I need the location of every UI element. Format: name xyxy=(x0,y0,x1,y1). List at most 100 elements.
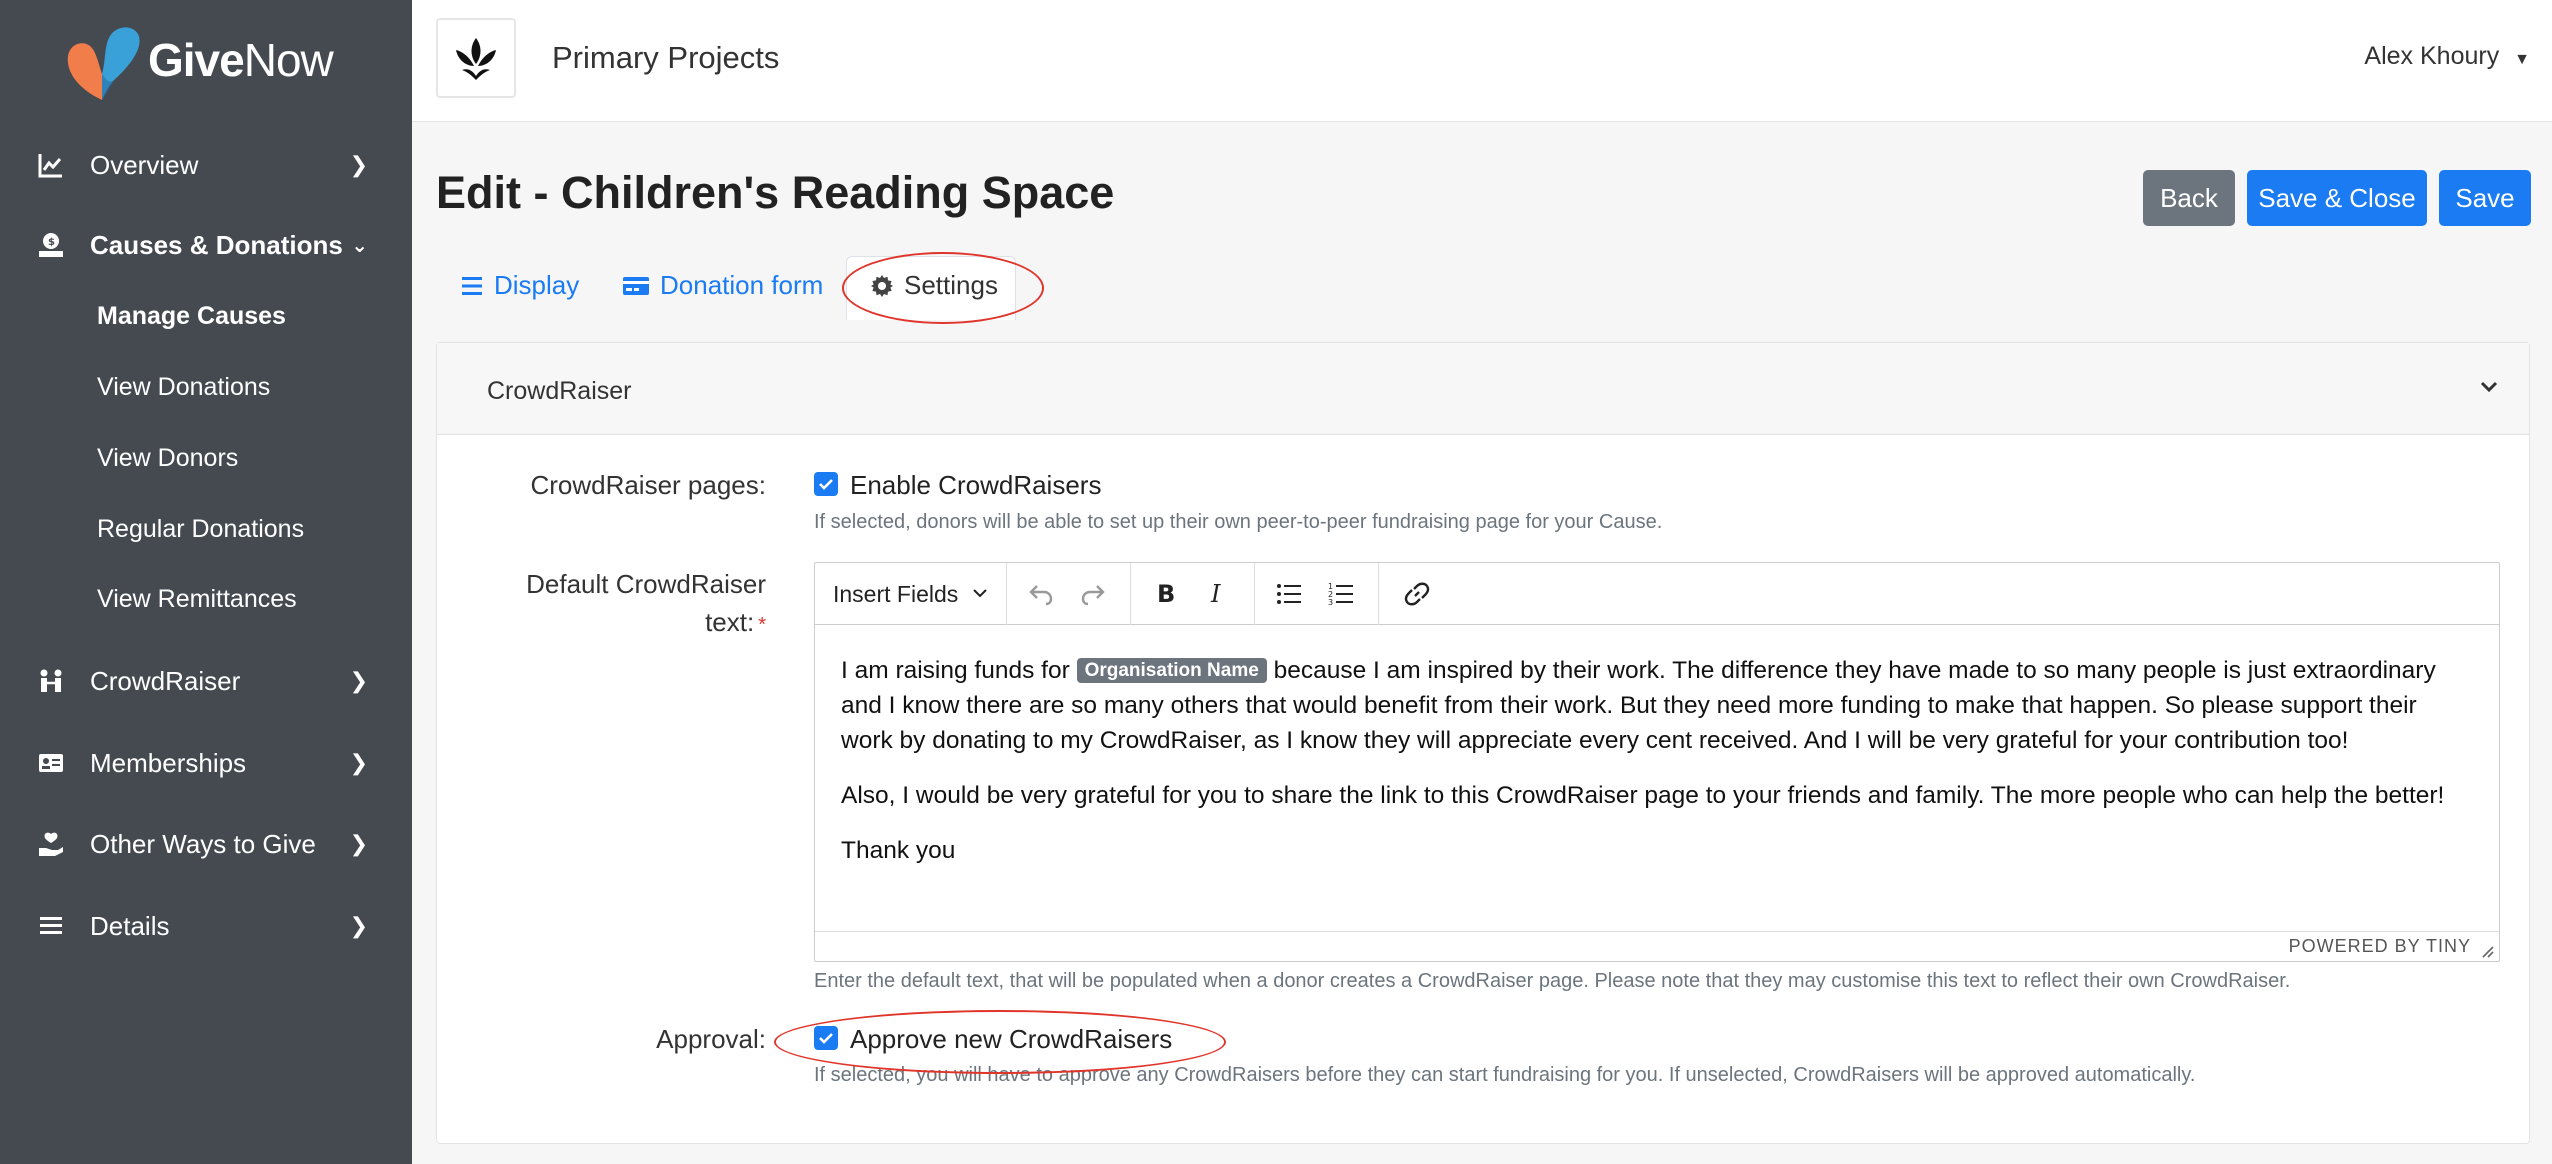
tab-label: Donation form xyxy=(660,270,824,300)
italic-icon: I xyxy=(1210,580,1221,608)
enable-crowdraisers-label[interactable]: Enable CrowdRaisers xyxy=(850,470,1101,501)
chevron-right-icon: ❯ xyxy=(349,750,368,775)
editor-paragraph: Thank you xyxy=(841,837,956,864)
svg-text:$: $ xyxy=(48,237,55,248)
approval-help: If selected, you will have to approve an… xyxy=(814,1064,2196,1086)
sidebar-item-label: Overview xyxy=(90,149,199,180)
list-group: 123 xyxy=(1255,563,1379,625)
sidebar-item-causes-donations[interactable]: $ Causes & Donations ⌄ xyxy=(0,212,412,278)
tab-settings[interactable]: Settings xyxy=(870,270,998,301)
editor-paragraph: Also, I would be very grateful for you t… xyxy=(841,782,2445,809)
bold-icon: B xyxy=(1157,580,1175,608)
numbered-list-icon: 123 xyxy=(1328,582,1353,607)
numbered-list-button[interactable]: 123 xyxy=(1319,572,1363,616)
sidebar-item-details[interactable]: Details ❯ xyxy=(0,893,412,959)
user-name: Alex Khoury xyxy=(2364,42,2500,70)
tab-label: Settings xyxy=(904,270,998,300)
user-menu[interactable]: Alex Khoury ▼ xyxy=(2364,42,2530,71)
editor-statusbar: POWERED BY TINY xyxy=(815,931,2499,961)
merge-field-tag[interactable]: Organisation Name xyxy=(1076,658,1267,683)
check-icon xyxy=(819,479,833,490)
id-card-icon xyxy=(34,746,68,780)
org-logo[interactable] xyxy=(436,18,516,98)
approve-crowdraisers-label[interactable]: Approve new CrowdRaisers xyxy=(850,1024,1172,1055)
sidebar-item-crowdraiser[interactable]: CrowdRaiser ❯ xyxy=(0,648,412,714)
link-group xyxy=(1379,563,1449,625)
bold-button[interactable]: B xyxy=(1143,572,1187,616)
sidebar-item-label: Causes & Donations xyxy=(90,229,343,260)
resize-handle-icon[interactable] xyxy=(2479,943,2495,959)
link-button[interactable] xyxy=(1395,572,1439,616)
undo-button[interactable] xyxy=(1019,572,1063,616)
page-title: Edit - Children's Reading Space xyxy=(436,167,1115,218)
sidebar-subitem-view-donations[interactable]: View Donations xyxy=(97,373,270,402)
chevron-right-icon: ❯ xyxy=(349,668,368,693)
sidebar-subitem-view-remittances[interactable]: View Remittances xyxy=(97,585,297,614)
sidebar-item-memberships[interactable]: Memberships ❯ xyxy=(0,730,412,796)
chevron-down-icon: ⌄ xyxy=(351,234,368,257)
sidebar-subitem-manage-causes[interactable]: Manage Causes xyxy=(97,302,286,331)
bullet-list-icon xyxy=(1277,584,1301,604)
chart-line-icon xyxy=(34,148,68,182)
back-button[interactable]: Back xyxy=(2143,170,2235,226)
lotus-icon xyxy=(456,38,496,80)
tab-label: Display xyxy=(494,270,580,300)
brand-logo[interactable]: GiveNow xyxy=(62,18,334,102)
sidebar-item-overview[interactable]: Overview ❯ xyxy=(0,132,412,198)
editor-paragraph: I am raising funds for Organisation Name… xyxy=(841,657,2436,754)
redo-button[interactable] xyxy=(1071,572,1115,616)
people-icon xyxy=(34,664,68,698)
chevron-down-icon xyxy=(972,585,988,603)
crowdraiser-pages-help: If selected, donors will be able to set … xyxy=(814,511,1663,533)
rich-text-editor: Insert Fields B I 1 2 3 I am raising fun… xyxy=(814,562,2500,962)
card-header[interactable]: CrowdRaiser xyxy=(437,343,2529,435)
default-text-help: Enter the default text, that will be pop… xyxy=(814,970,2291,992)
enable-crowdraisers-checkbox[interactable] xyxy=(814,472,838,496)
link-icon xyxy=(1404,582,1430,606)
powered-by-link[interactable]: POWERED BY TINY xyxy=(2289,936,2471,957)
check-icon xyxy=(819,1033,833,1044)
brand-name: GiveNow xyxy=(148,34,334,86)
insert-fields-dropdown[interactable]: Insert Fields xyxy=(815,563,1007,625)
org-name: Primary Projects xyxy=(552,40,780,75)
default-text-label: Default CrowdRaiser text: * xyxy=(526,569,766,637)
chevron-down-icon[interactable] xyxy=(2479,373,2499,401)
list-icon xyxy=(34,909,68,943)
gear-icon xyxy=(871,274,893,297)
chevron-right-icon: ❯ xyxy=(349,152,368,177)
svg-text:B: B xyxy=(1157,580,1175,608)
sidebar-item-label: Details xyxy=(90,910,170,941)
required-mark: * xyxy=(758,614,766,636)
tab-donation-form[interactable]: Donation form xyxy=(622,270,823,301)
svg-text:3: 3 xyxy=(1328,598,1333,607)
redo-icon xyxy=(1081,585,1105,606)
approve-crowdraisers-checkbox[interactable] xyxy=(814,1026,838,1050)
givenow-logo-icon xyxy=(67,27,140,100)
svg-text:I: I xyxy=(1210,580,1221,608)
format-group: B I xyxy=(1131,563,1255,625)
save-close-button[interactable]: Save & Close xyxy=(2247,170,2427,226)
credit-card-icon xyxy=(623,276,649,295)
sidebar-item-label: Memberships xyxy=(90,747,247,778)
save-button[interactable]: Save xyxy=(2439,170,2531,226)
sidebar-subitem-regular-donations[interactable]: Regular Donations xyxy=(97,515,304,544)
crowdraiser-pages-label: CrowdRaiser pages: xyxy=(530,470,766,500)
sidebar-item-other-ways-to-give[interactable]: Other Ways to Give ❯ xyxy=(0,811,412,877)
editor-content[interactable]: I am raising funds for Organisation Name… xyxy=(815,625,2499,933)
hand-giving-icon xyxy=(34,827,68,861)
bullet-list-button[interactable] xyxy=(1267,572,1311,616)
sidebar-item-label: Other Ways to Give xyxy=(90,828,316,859)
sidebar-item-label: CrowdRaiser xyxy=(90,665,241,696)
italic-button[interactable]: I xyxy=(1195,572,1239,616)
chevron-right-icon: ❯ xyxy=(349,913,368,938)
chevron-right-icon: ❯ xyxy=(349,831,368,856)
top-bar: Primary Projects Alex Khoury ▼ xyxy=(412,0,2552,122)
donate-icon: $ xyxy=(34,228,68,262)
history-group xyxy=(1007,563,1131,625)
sidebar: GiveNow Overview ❯ $ Causes & Donations … xyxy=(0,0,412,1164)
editor-toolbar: Insert Fields B I 1 2 3 xyxy=(815,563,2499,625)
tab-display[interactable]: Display xyxy=(460,270,579,301)
list-icon xyxy=(462,276,482,295)
sidebar-subitem-view-donors[interactable]: View Donors xyxy=(97,444,238,473)
caret-down-icon: ▼ xyxy=(2514,51,2530,68)
